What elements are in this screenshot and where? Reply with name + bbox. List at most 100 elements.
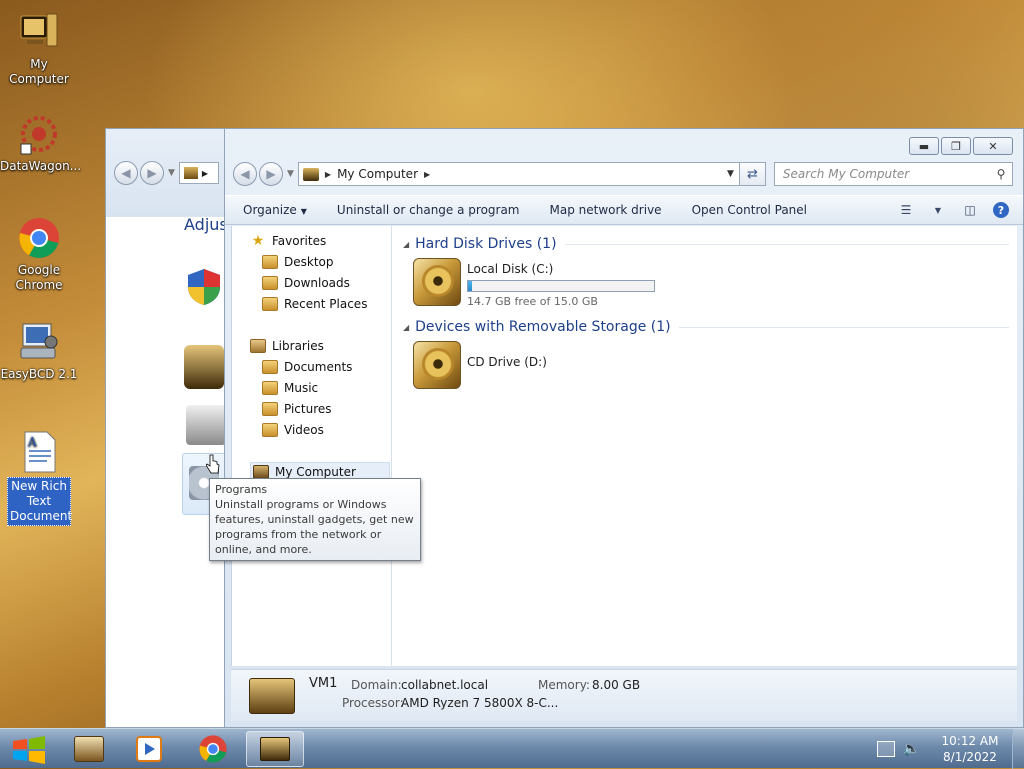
- view-options-dropdown[interactable]: ▼: [929, 202, 947, 218]
- details-pane: VM1 Domain: collabnet.local Memory: 8.00…: [231, 669, 1017, 721]
- volume-icon[interactable]: 🔈: [903, 741, 920, 757]
- nav-label: Music: [284, 381, 319, 395]
- navigation-pane: ★ Favorites Desktop Downloads Recent Pla…: [232, 226, 392, 666]
- desktop-icon-my-computer[interactable]: My Computer: [0, 10, 78, 87]
- system-tray: 🔈 10:12 AM 8/1/2022: [876, 729, 1024, 769]
- back-window-chrome: ◀ ▶ ▼ ▶: [106, 129, 235, 217]
- chevron-right-icon[interactable]: ▶: [424, 170, 430, 179]
- control-panel-icon: [74, 736, 104, 762]
- computer-name: VM1: [309, 676, 338, 691]
- desktop-icon-label: My Computer: [9, 57, 69, 86]
- collapse-icon[interactable]: ◢: [403, 323, 409, 332]
- restore-icon: ❐: [951, 139, 961, 153]
- nav-pictures[interactable]: Pictures: [262, 399, 332, 419]
- cd-drive-icon: [413, 341, 461, 389]
- drive-name: Local Disk (C:): [467, 262, 554, 276]
- drive-item-d[interactable]: CD Drive (D:): [413, 341, 547, 391]
- music-icon: [262, 381, 278, 395]
- taskbar-chrome[interactable]: [184, 731, 242, 767]
- clock-date: 8/1/2022: [943, 750, 997, 764]
- change-view-button[interactable]: ☰: [897, 202, 915, 218]
- domain-value: collabnet.local: [401, 678, 489, 692]
- map-network-drive-button[interactable]: Map network drive: [550, 203, 662, 217]
- memory-label: Memory:: [538, 678, 590, 692]
- taskbar-media-player[interactable]: [120, 731, 178, 767]
- media-player-icon: [136, 736, 162, 762]
- organize-label: Organize: [243, 203, 297, 217]
- maximize-button[interactable]: ❐: [941, 137, 971, 155]
- back-button[interactable]: ◀: [114, 161, 138, 185]
- recent-pages-icon[interactable]: ▼: [168, 168, 175, 178]
- close-icon: ✕: [988, 139, 998, 153]
- computer-icon: [253, 465, 269, 479]
- window-controls: ▬ ❐ ✕: [909, 137, 1013, 155]
- nav-libraries[interactable]: Libraries: [250, 336, 324, 356]
- nav-label: Desktop: [284, 255, 334, 269]
- downloads-folder-icon: [262, 276, 278, 290]
- back-button[interactable]: ◀: [233, 162, 257, 186]
- desktop-icon-label: Google Chrome: [15, 263, 63, 292]
- forward-button[interactable]: ▶: [259, 162, 283, 186]
- nav-desktop[interactable]: Desktop: [262, 252, 334, 272]
- address-bar[interactable]: ▶: [178, 162, 219, 184]
- back-window[interactable]: ◀ ▶ ▼ ▶ Adjus: [105, 128, 235, 728]
- nav-label: Favorites: [272, 234, 327, 248]
- show-desktop-button[interactable]: [1012, 729, 1024, 769]
- shield-icon: [186, 267, 222, 307]
- organize-button[interactable]: Organize ▼: [243, 203, 307, 217]
- datawagon-icon: [17, 112, 61, 156]
- desktop-icon-datawagon[interactable]: DataWagon...: [0, 112, 81, 174]
- drive-item-c[interactable]: Local Disk (C:) 14.7 GB free of 15.0 GB: [413, 258, 655, 308]
- open-control-panel-button[interactable]: Open Control Panel: [692, 203, 807, 217]
- minimize-button[interactable]: ▬: [909, 137, 939, 155]
- desktop-icon-easybcd[interactable]: EasyBCD 2.1: [0, 320, 78, 382]
- search-box[interactable]: Search My Computer ⚲: [773, 162, 1013, 186]
- collapse-icon[interactable]: ◢: [403, 240, 409, 249]
- nav-label: Documents: [284, 360, 353, 374]
- nav-recent-places[interactable]: Recent Places: [262, 294, 367, 314]
- taskbar-explorer[interactable]: [246, 731, 304, 767]
- close-button[interactable]: ✕: [973, 137, 1013, 155]
- windows-logo-icon: [13, 736, 45, 764]
- search-icon[interactable]: ⚲: [990, 167, 1012, 181]
- group-title: Devices with Removable Storage (1): [415, 319, 671, 335]
- uninstall-program-button[interactable]: Uninstall or change a program: [337, 203, 520, 217]
- nav-music[interactable]: Music: [262, 378, 318, 398]
- clock[interactable]: 10:12 AM 8/1/2022: [928, 733, 1012, 765]
- recent-places-icon: [262, 297, 278, 311]
- recent-pages-dropdown[interactable]: ▼: [287, 169, 294, 179]
- domain-label: Domain:: [351, 678, 402, 692]
- nav-documents[interactable]: Documents: [262, 357, 352, 377]
- taskbar-control-panel[interactable]: [60, 731, 118, 767]
- desktop-icon-new-rich-text-document[interactable]: A New Rich Text Document: [0, 430, 78, 526]
- address-history-dropdown[interactable]: ▼: [720, 169, 739, 179]
- printer-icon: [186, 405, 226, 445]
- explorer-window[interactable]: ▬ ❐ ✕ ◀ ▶ ▼ ▶ My Computer ▶ ▼ ⇄ Search M…: [224, 128, 1024, 728]
- nav-videos[interactable]: Videos: [262, 420, 324, 440]
- libraries-icon: [250, 339, 266, 353]
- refresh-icon: ⇄: [746, 166, 758, 182]
- nav-label: Recent Places: [284, 297, 368, 311]
- group-header-hard-disk[interactable]: ◢ Hard Disk Drives (1): [403, 234, 1009, 254]
- start-button[interactable]: [4, 731, 54, 767]
- taskbar: 🔈 10:12 AM 8/1/2022: [0, 728, 1024, 769]
- chevron-right-icon: ▶: [201, 168, 209, 178]
- breadcrumb-my-computer[interactable]: My Computer: [337, 167, 418, 181]
- documents-icon: [262, 360, 278, 374]
- network-icon[interactable]: [876, 741, 895, 757]
- drive-name: CD Drive (D:): [467, 355, 547, 369]
- windows-logo-icon: [422, 265, 454, 297]
- group-header-removable[interactable]: ◢ Devices with Removable Storage (1): [403, 317, 1009, 337]
- forward-button[interactable]: ▶: [140, 161, 164, 185]
- svg-text:A: A: [27, 435, 37, 449]
- control-panel-icon: [183, 167, 198, 179]
- preview-pane-button[interactable]: ◫: [961, 202, 979, 218]
- nav-downloads[interactable]: Downloads: [262, 273, 350, 293]
- refresh-button[interactable]: ⇄: [738, 163, 765, 185]
- help-icon[interactable]: ?: [993, 202, 1009, 218]
- address-bar[interactable]: ▶ My Computer ▶ ▼ ⇄: [297, 162, 766, 186]
- chrome-icon: [199, 735, 227, 763]
- nav-favorites[interactable]: ★ Favorites: [250, 231, 327, 251]
- desktop-icon-chrome[interactable]: Google Chrome: [0, 216, 78, 293]
- search-input[interactable]: Search My Computer: [783, 167, 990, 181]
